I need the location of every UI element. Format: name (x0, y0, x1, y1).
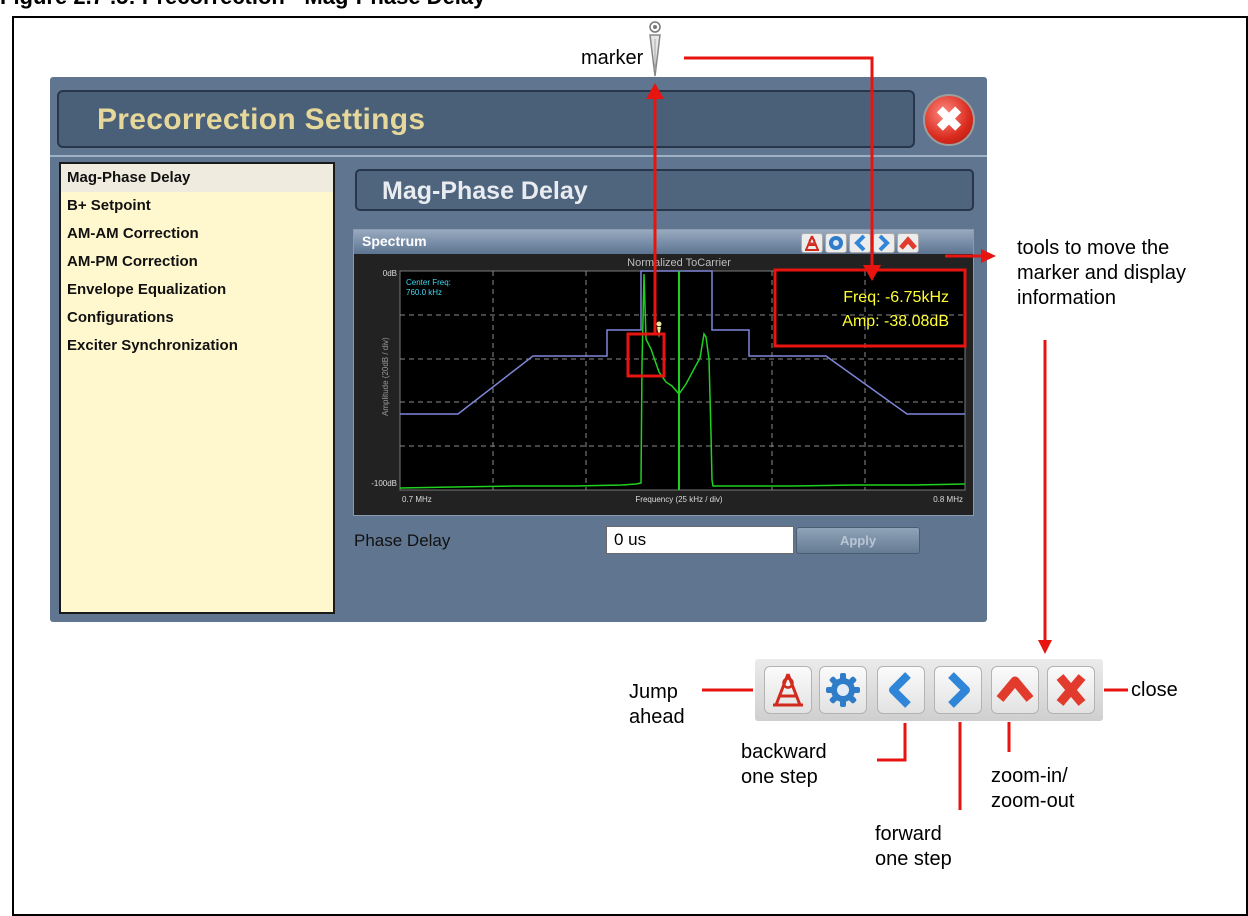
settings-button[interactable] (819, 666, 867, 714)
annotation-tools: tools to move the marker and display inf… (1017, 236, 1186, 311)
annotation-forward-line-2: one step (875, 848, 952, 870)
close-icon-toolbar (1056, 674, 1086, 706)
annotation-forward: forward one step (875, 822, 952, 872)
annotation-jump: Jump ahead (629, 680, 685, 730)
chevron-up-icon (996, 676, 1034, 702)
marker-toolbar (755, 659, 1103, 721)
annotation-backward-line-1: backward (741, 741, 827, 763)
annotation-marker: marker (581, 47, 644, 69)
annotation-tools-line-2: marker and display (1017, 262, 1186, 284)
backward-button[interactable] (877, 666, 925, 714)
annotation-backward-line-2: one step (741, 766, 818, 788)
chevron-right-icon (948, 672, 970, 708)
close-button[interactable] (1047, 666, 1095, 714)
forward-button[interactable] (934, 666, 982, 714)
annotation-zoom-line-2: zoom-out (991, 790, 1075, 812)
annotation-tools-line-3: information (1017, 287, 1116, 309)
annotation-overlay (626, 21, 1128, 810)
annotation-backward: backward one step (741, 740, 827, 790)
annotation-forward-line-1: forward (875, 823, 942, 845)
annotation-close: close (1131, 679, 1178, 701)
annotation-zoom: zoom-in/ zoom-out (991, 764, 1074, 814)
jump-ahead-icon (773, 673, 803, 707)
annotation-tools-line-1: tools to move the (1017, 237, 1170, 259)
annotation-jump-line-2: ahead (629, 706, 685, 728)
annotation-zoom-line-1: zoom-in/ (991, 765, 1068, 787)
zoom-button[interactable] (991, 666, 1039, 714)
marker-pin-icon (649, 21, 661, 77)
chevron-left-icon (889, 672, 911, 708)
gear-icon (826, 673, 860, 707)
annotation-jump-line-1: Jump (629, 681, 678, 703)
jump-ahead-button[interactable] (764, 666, 812, 714)
